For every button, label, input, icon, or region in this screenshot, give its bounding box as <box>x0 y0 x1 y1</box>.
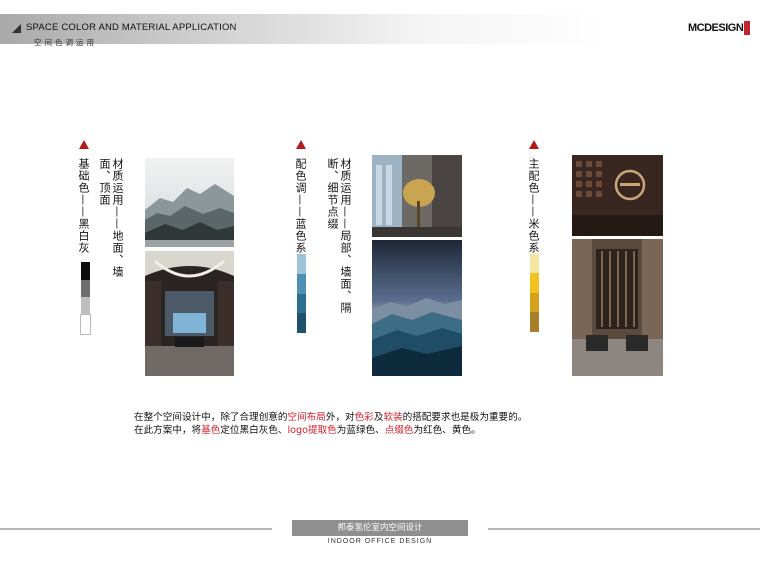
mountain-mist-image <box>145 158 234 247</box>
description-line-1: 在整个空间设计中，除了合理创意的空间布局外，对色彩及软装的搭配要求也是极为重要的… <box>134 412 528 423</box>
group1-swatch <box>81 262 90 280</box>
page-title: SPACE COLOR AND MATERIAL APPLICATION <box>26 22 237 33</box>
screen-partition-image <box>572 155 663 236</box>
blue-mountains-image <box>372 240 462 376</box>
group1-swatch <box>81 280 90 297</box>
group2-swatch <box>297 254 306 274</box>
page-subtitle: 空间色调运用 <box>34 38 97 47</box>
group2-swatch <box>297 274 306 294</box>
group2-material: 材质运用——局部、墙面、隔断、细节点缀 <box>326 158 352 314</box>
group1-marker-icon <box>79 140 89 149</box>
group2-swatch <box>297 294 306 313</box>
footer-title: 邦泰氢伦室内空间设计 <box>292 520 468 536</box>
footer-subtitle: INDOOR OFFICE DESIGN <box>327 538 433 545</box>
group3-swatch <box>530 293 539 312</box>
group3-marker-icon <box>529 140 539 149</box>
group1-label: 基础色——黑白灰 <box>77 158 90 254</box>
lobby-interior-image <box>145 251 234 376</box>
group2-label: 配色调——蓝色系 <box>294 158 307 254</box>
lobby-tree-image <box>372 155 462 237</box>
footer-divider-right <box>488 528 760 530</box>
group2-swatch <box>297 313 306 333</box>
footer-divider-left <box>0 528 272 530</box>
group1-swatch <box>80 314 91 335</box>
group3-swatch <box>530 254 539 273</box>
group2-marker-icon <box>296 140 306 149</box>
header-triangle-icon <box>12 24 21 33</box>
group1-swatch <box>81 297 90 315</box>
logo-text: MCDESIGN <box>688 22 744 34</box>
group3-swatch <box>530 312 539 332</box>
group3-label: 主配色——米色系 <box>527 158 540 254</box>
logo-seal-icon <box>744 21 751 35</box>
description-line-2: 在此方案中，将基色定位黑白灰色、logo提取色为蓝绿色、点缀色为红色、黄色。 <box>134 425 481 436</box>
group1-material: 材质运用——地面、墙面、顶面 <box>98 158 124 278</box>
group3-swatch <box>530 273 539 293</box>
corridor-interior-image <box>572 239 663 376</box>
brand-logo: MCDESIGN <box>688 18 751 38</box>
